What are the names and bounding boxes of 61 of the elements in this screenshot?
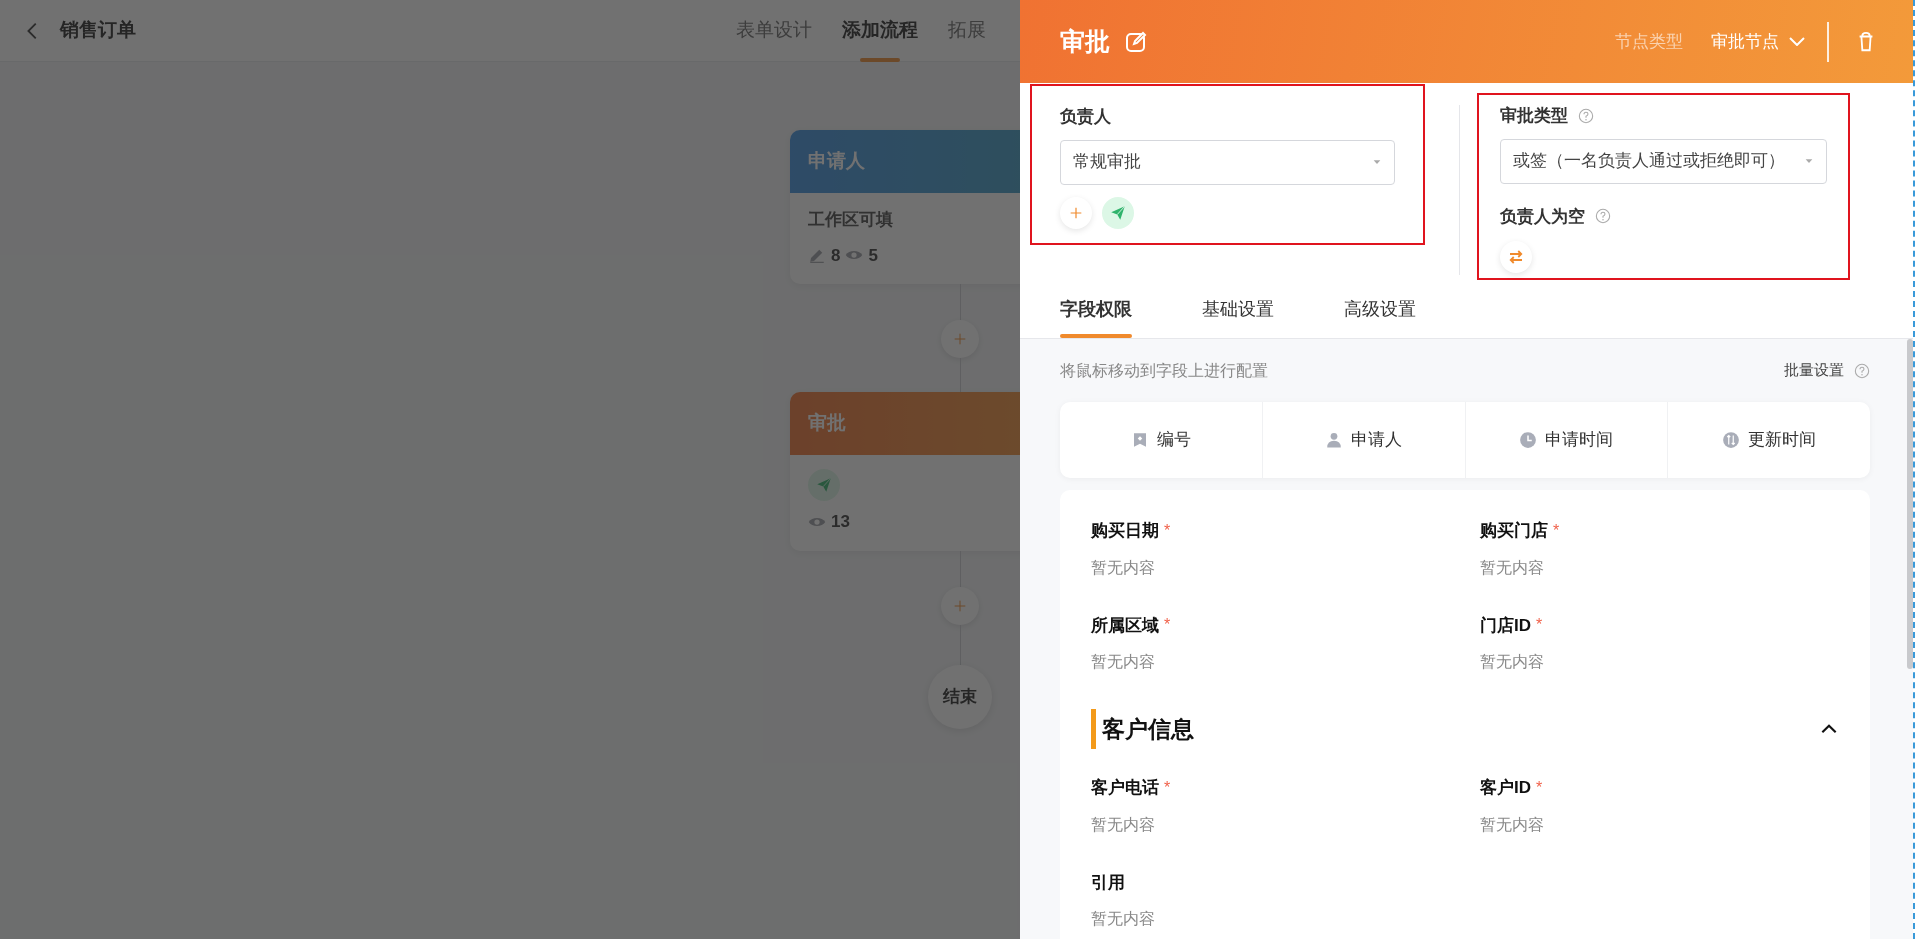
drawer-tab[interactable]: 高级设置 [1344,280,1416,338]
field-label: 门店ID [1480,614,1531,637]
field-label: 购买门店 [1480,520,1548,542]
drawer-tab[interactable]: 基础设置 [1202,280,1274,338]
drawer-title: 审批 [1060,25,1110,57]
person-icon [1325,431,1344,449]
node-type-label: 节点类型 [1615,30,1683,53]
help-icon[interactable] [1854,362,1870,379]
field-label: 客户ID [1480,777,1531,799]
scrollbar[interactable] [1907,339,1913,669]
add-assignee-button[interactable] [1060,196,1092,229]
paper-plane-icon [1109,203,1127,222]
chevron-down-icon [1789,37,1805,46]
plus-icon [952,331,968,347]
field-value: 暂无内容 [1091,652,1156,672]
field-label: 负责人 [1060,106,1112,128]
field-value: 暂无内容 [1091,557,1156,578]
assignee-select[interactable]: 常规审批 [1060,139,1395,185]
system-field[interactable]: 编号 [1060,402,1263,478]
field-label: 负责人为空 [1500,205,1585,228]
system-field[interactable]: 申请人 [1262,402,1466,478]
dropdown-caret-icon [1804,156,1814,166]
swap-arrows-icon [1507,248,1525,266]
field-value: 暂无内容 [1091,909,1156,929]
system-field[interactable]: 申请时间 [1465,402,1669,478]
required-mark: * [1536,615,1543,636]
required-mark: * [1164,615,1171,636]
empty-assignee-button[interactable] [1500,241,1532,273]
view-count: 13 [831,511,850,533]
paper-plane-icon [815,476,833,494]
approval-type-select[interactable]: 或签（一名负责人通过或拒绝即可） [1500,138,1827,184]
dropdown-caret-icon [1372,157,1382,167]
edit-count: 8 [831,244,841,267]
field-value: 暂无内容 [1480,814,1545,835]
field-label: 引用 [1091,871,1125,894]
field-label: 所属区域 [1091,614,1159,637]
required-mark: * [1553,520,1560,541]
add-node-button[interactable] [941,586,979,625]
hint-text: 将鼠标移动到字段上进行配置 [1060,360,1268,381]
field-value: 暂无内容 [1480,557,1545,578]
system-field[interactable]: 更新时间 [1668,402,1870,478]
field-label: 客户电话 [1091,777,1159,799]
node-subtitle: 工作区可填 [808,209,893,231]
required-mark: * [1164,777,1171,798]
end-node: 结束 [928,664,992,729]
field-value: 暂无内容 [1480,652,1545,672]
page-title: 销售订单 [60,18,136,43]
field-value: 暂无内容 [1091,814,1156,835]
batch-settings-link[interactable]: 批量设置 [1784,359,1844,382]
update-icon [1722,431,1741,449]
send-button[interactable] [1102,196,1134,229]
required-mark: * [1536,777,1543,798]
view-count: 5 [868,244,878,267]
field-label: 审批类型 [1500,105,1568,127]
help-icon[interactable] [1595,208,1611,225]
required-mark: * [1164,520,1171,541]
edit-icon[interactable] [1124,29,1148,54]
clock-icon [1519,431,1538,449]
add-node-button[interactable] [941,320,979,358]
section-title: 客户信息 [1091,709,1194,749]
help-icon[interactable] [1578,107,1594,124]
